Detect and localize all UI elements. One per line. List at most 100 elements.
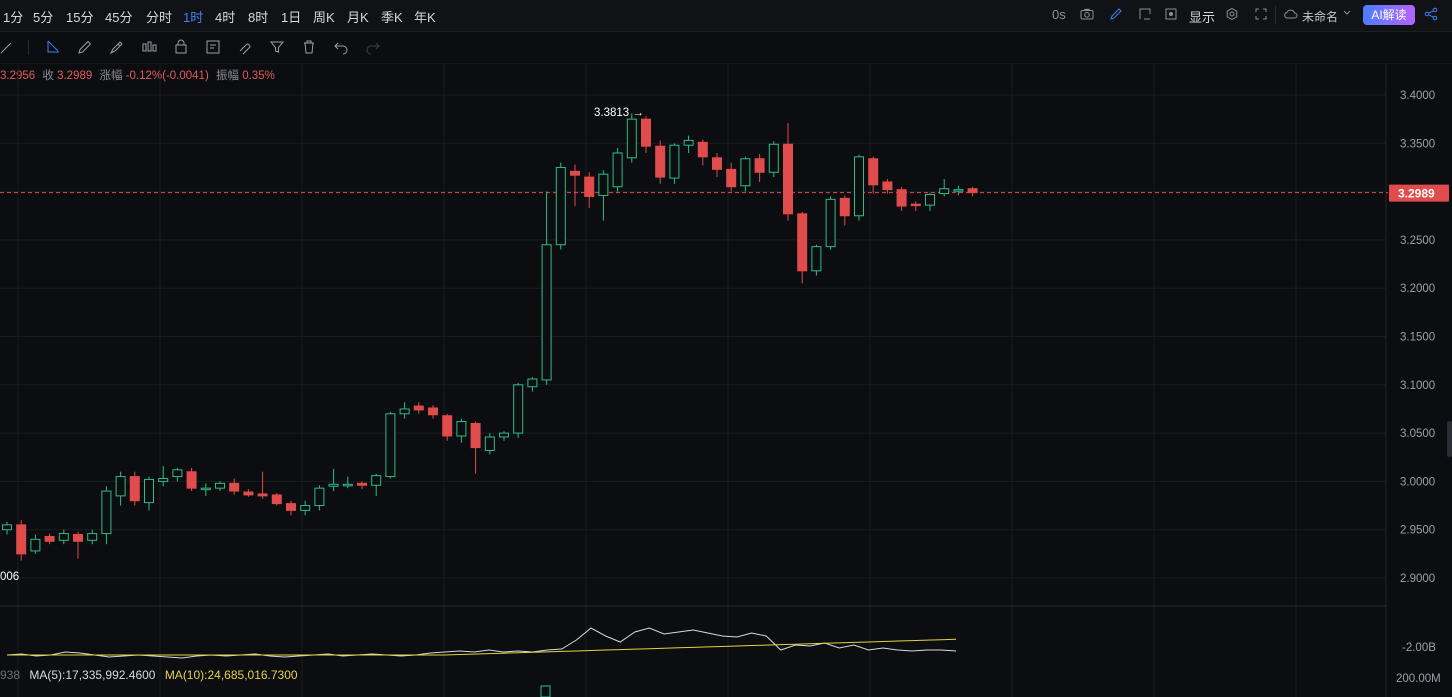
candle-body [768,143,779,173]
candle-body [754,158,765,173]
candle-body [215,482,225,489]
panel-resize-handle[interactable] [1447,421,1452,457]
price-tick-label: 3.1000 [1400,380,1435,392]
candle-body [87,533,98,541]
layout-name[interactable]: 未命名 [1302,8,1338,25]
candle-body [499,432,509,438]
candle-body [399,408,410,415]
low-marker-label: 006 [0,571,19,583]
chevron-down-icon[interactable] [1342,5,1352,22]
settings-icon[interactable] [1225,7,1239,24]
timeframe-tab[interactable]: 8时 [248,7,268,26]
candle-body [712,157,722,170]
candle-body [16,524,27,555]
share-icon[interactable] [1424,7,1438,24]
candle-body [186,471,197,489]
display-button[interactable]: 显示 [1189,7,1215,26]
candle-body [612,152,623,188]
ai-interpret-button[interactable]: AI解读 [1363,5,1415,25]
timeframe-tab[interactable]: 周K [313,7,335,26]
price-tick-label: 3.0500 [1400,428,1435,440]
price-tick-label: 2.9000 [1400,573,1435,585]
ma10-label: MA(10):24,685,016.7300 [164,668,298,682]
ma5-label: MA(5):17,335,992.4600 [29,668,156,682]
candle-body [470,422,481,449]
current-price-label: 3.2989 [1398,187,1435,201]
candle-body [570,170,580,176]
candle-body [158,478,169,482]
candle-body [30,538,41,552]
high-marker-label: 3.3813 → [594,107,644,119]
candle-body [584,176,595,197]
candle-body [655,145,666,178]
candle-body [854,156,864,217]
price-tick-label: 2.9500 [1400,525,1435,537]
timeframe-tab[interactable]: 15分 [66,7,93,26]
camera2-icon[interactable] [1164,7,1178,24]
candle-body [683,139,694,146]
candle-body [428,407,438,416]
candle-body [286,503,296,511]
candle-body [115,476,126,497]
candle-body [357,482,367,486]
candle-body [101,490,112,535]
magnet-icon[interactable] [237,39,253,55]
edit-list-icon[interactable] [205,39,221,55]
undo-icon[interactable] [333,39,349,55]
trash-icon[interactable] [301,39,317,55]
candle-body [783,143,793,215]
candle-body [882,181,893,191]
candles-icon[interactable] [141,39,157,55]
fullscreen-icon[interactable] [1138,7,1152,24]
timeframe-tab[interactable]: 1日 [281,7,301,26]
price-tick-label: 3.2500 [1400,235,1435,247]
select-icon[interactable] [45,39,61,55]
candle-body [953,189,964,192]
candle-body [172,469,183,478]
candle-body [243,491,254,496]
timeframe-tab[interactable]: 1时 [178,3,208,30]
redo-icon[interactable] [365,39,381,55]
brush-icon[interactable] [109,39,125,55]
expand-icon[interactable] [1254,7,1268,24]
candle-body [314,487,325,507]
timeframe-tab[interactable]: 45分 [105,7,132,26]
candle-body [740,158,751,187]
timeframe-tab[interactable]: 年K [414,7,436,26]
candle-body [129,476,140,502]
candle-body [641,118,651,147]
candle-body [868,158,879,186]
candle-body [44,535,55,542]
candle-body [555,166,566,246]
price-chart[interactable]: 3.40003.35003.30003.25003.20003.15003.10… [0,64,1452,697]
ruler-icon[interactable] [0,39,16,55]
indicator-axis-label-top: -2.00B [1402,642,1436,654]
candle-body [825,198,836,248]
indicator-legend: 938 MA(5):17,335,992.4600 MA(10):24,685,… [0,668,298,682]
candle-body [442,415,453,437]
drawing-toolbar [0,32,1452,64]
candle-body [669,144,680,179]
timeframe-tab[interactable]: 月K [347,7,369,26]
timeframe-tab[interactable]: 1分 [3,7,23,26]
candle-body [484,436,495,451]
timeframe-tab[interactable]: 5分 [33,7,53,26]
timeframe-tab[interactable]: 4时 [215,7,235,26]
candle-body [896,189,907,207]
camera-icon[interactable] [1080,7,1094,24]
timeframe-tab[interactable]: 分时 [146,7,172,26]
candle-body [385,413,396,478]
price-tick-label: 3.2000 [1400,283,1435,295]
timeframe-tab[interactable]: 季K [381,7,403,26]
pen-icon[interactable] [1109,7,1123,24]
candle-body [939,188,950,195]
filter-icon[interactable] [269,39,285,55]
candle-body [513,384,524,434]
pencil-icon[interactable] [77,39,93,55]
price-tick-label: 3.3500 [1400,138,1435,150]
cloud-icon [1283,7,1298,24]
lock-icon[interactable] [173,39,189,55]
indicator-axis-label-bottom: 200.00M [1396,673,1441,685]
candle-body [598,173,609,196]
candle-body [527,378,538,388]
